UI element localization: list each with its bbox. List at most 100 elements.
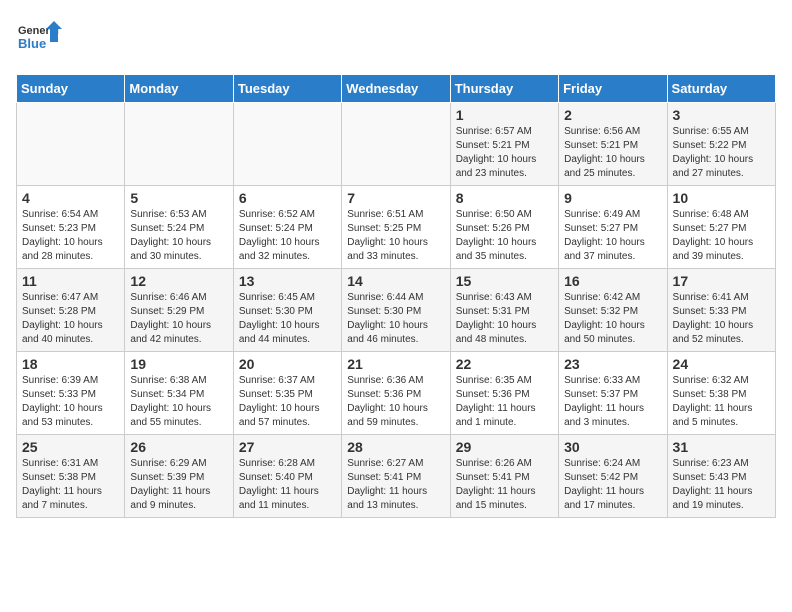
day-number: 6 [239, 190, 336, 206]
day-number: 7 [347, 190, 444, 206]
header-saturday: Saturday [667, 75, 775, 103]
header-thursday: Thursday [450, 75, 558, 103]
day-info: Sunrise: 6:52 AM Sunset: 5:24 PM Dayligh… [239, 208, 336, 264]
day-number: 2 [564, 107, 661, 123]
day-info: Sunrise: 6:29 AM Sunset: 5:39 PM Dayligh… [130, 457, 227, 513]
calendar-cell [342, 103, 450, 186]
day-number: 28 [347, 439, 444, 455]
calendar-cell: 17 Sunrise: 6:41 AM Sunset: 5:33 PM Dayli… [667, 269, 775, 352]
calendar-cell: 12 Sunrise: 6:46 AM Sunset: 5:29 PM Dayli… [125, 269, 233, 352]
day-info: Sunrise: 6:50 AM Sunset: 5:26 PM Dayligh… [456, 208, 553, 264]
day-number: 16 [564, 273, 661, 289]
header: General Blue [16, 16, 776, 66]
day-info: Sunrise: 6:49 AM Sunset: 5:27 PM Dayligh… [564, 208, 661, 264]
calendar-cell: 1 Sunrise: 6:57 AM Sunset: 5:21 PM Daylig… [450, 103, 558, 186]
week-row-1: 1 Sunrise: 6:57 AM Sunset: 5:21 PM Daylig… [17, 103, 776, 186]
day-number: 3 [673, 107, 770, 123]
calendar-cell: 26Sunrise: 6:29 AM Sunset: 5:39 PM Dayli… [125, 435, 233, 518]
week-row-2: 4 Sunrise: 6:54 AM Sunset: 5:23 PM Daylig… [17, 186, 776, 269]
calendar-cell: 9 Sunrise: 6:49 AM Sunset: 5:27 PM Daylig… [559, 186, 667, 269]
calendar-cell: 28 Sunrise: 6:27 AM Sunset: 5:41 PM Dayli… [342, 435, 450, 518]
logo: General Blue [16, 16, 66, 66]
day-info: Sunrise: 6:28 AM Sunset: 5:40 PM Dayligh… [239, 457, 336, 513]
day-number: 31 [673, 439, 770, 455]
header-friday: Friday [559, 75, 667, 103]
calendar-cell: 7 Sunrise: 6:51 AM Sunset: 5:25 PM Daylig… [342, 186, 450, 269]
calendar-cell: 21 Sunrise: 6:36 AM Sunset: 5:36 PM Dayli… [342, 352, 450, 435]
day-info: Sunrise: 6:31 AM Sunset: 5:38 PM Dayligh… [22, 457, 119, 513]
svg-text:Blue: Blue [18, 36, 46, 51]
day-number: 27 [239, 439, 336, 455]
day-number: 20 [239, 356, 336, 372]
calendar-cell: 4 Sunrise: 6:54 AM Sunset: 5:23 PM Daylig… [17, 186, 125, 269]
day-info: Sunrise: 6:51 AM Sunset: 5:25 PM Dayligh… [347, 208, 444, 264]
day-info: Sunrise: 6:32 AM Sunset: 5:38 PM Dayligh… [673, 374, 770, 430]
calendar-cell: 20Sunrise: 6:37 AM Sunset: 5:35 PM Dayli… [233, 352, 341, 435]
day-number: 5 [130, 190, 227, 206]
header-wednesday: Wednesday [342, 75, 450, 103]
day-number: 1 [456, 107, 553, 123]
day-number: 18 [22, 356, 119, 372]
calendar-cell: 31 Sunrise: 6:23 AM Sunset: 5:43 PM Dayli… [667, 435, 775, 518]
calendar-cell: 6 Sunrise: 6:52 AM Sunset: 5:24 PM Daylig… [233, 186, 341, 269]
day-number: 29 [456, 439, 553, 455]
day-number: 21 [347, 356, 444, 372]
day-info: Sunrise: 6:36 AM Sunset: 5:36 PM Dayligh… [347, 374, 444, 430]
calendar-header-row: SundayMondayTuesdayWednesdayThursdayFrid… [17, 75, 776, 103]
day-info: Sunrise: 6:24 AM Sunset: 5:42 PM Dayligh… [564, 457, 661, 513]
day-info: Sunrise: 6:47 AM Sunset: 5:28 PM Dayligh… [22, 291, 119, 347]
calendar-cell: 19 Sunrise: 6:38 AM Sunset: 5:34 PM Dayli… [125, 352, 233, 435]
calendar-cell: 16 Sunrise: 6:42 AM Sunset: 5:32 PM Dayli… [559, 269, 667, 352]
calendar-table: SundayMondayTuesdayWednesdayThursdayFrid… [16, 74, 776, 518]
day-info: Sunrise: 6:54 AM Sunset: 5:23 PM Dayligh… [22, 208, 119, 264]
day-info: Sunrise: 6:42 AM Sunset: 5:32 PM Dayligh… [564, 291, 661, 347]
calendar-cell: 24 Sunrise: 6:32 AM Sunset: 5:38 PM Dayli… [667, 352, 775, 435]
calendar-cell [17, 103, 125, 186]
day-info: Sunrise: 6:56 AM Sunset: 5:21 PM Dayligh… [564, 125, 661, 181]
day-info: Sunrise: 6:27 AM Sunset: 5:41 PM Dayligh… [347, 457, 444, 513]
calendar-cell: 23Sunrise: 6:33 AM Sunset: 5:37 PM Dayli… [559, 352, 667, 435]
day-number: 9 [564, 190, 661, 206]
day-info: Sunrise: 6:57 AM Sunset: 5:21 PM Dayligh… [456, 125, 553, 181]
day-info: Sunrise: 6:26 AM Sunset: 5:41 PM Dayligh… [456, 457, 553, 513]
day-number: 14 [347, 273, 444, 289]
calendar-cell: 13Sunrise: 6:45 AM Sunset: 5:30 PM Dayli… [233, 269, 341, 352]
day-number: 19 [130, 356, 227, 372]
calendar-cell: 30 Sunrise: 6:24 AM Sunset: 5:42 PM Dayli… [559, 435, 667, 518]
day-info: Sunrise: 6:55 AM Sunset: 5:22 PM Dayligh… [673, 125, 770, 181]
week-row-5: 25 Sunrise: 6:31 AM Sunset: 5:38 PM Dayli… [17, 435, 776, 518]
calendar-cell [233, 103, 341, 186]
day-number: 11 [22, 273, 119, 289]
day-number: 4 [22, 190, 119, 206]
day-number: 17 [673, 273, 770, 289]
day-number: 15 [456, 273, 553, 289]
calendar-cell: 5 Sunrise: 6:53 AM Sunset: 5:24 PM Daylig… [125, 186, 233, 269]
logo-svg: General Blue [16, 16, 66, 66]
day-info: Sunrise: 6:44 AM Sunset: 5:30 PM Dayligh… [347, 291, 444, 347]
header-tuesday: Tuesday [233, 75, 341, 103]
calendar-cell: 11 Sunrise: 6:47 AM Sunset: 5:28 PM Dayli… [17, 269, 125, 352]
week-row-4: 18Sunrise: 6:39 AM Sunset: 5:33 PM Dayli… [17, 352, 776, 435]
day-number: 12 [130, 273, 227, 289]
calendar-cell: 18Sunrise: 6:39 AM Sunset: 5:33 PM Dayli… [17, 352, 125, 435]
day-info: Sunrise: 6:46 AM Sunset: 5:29 PM Dayligh… [130, 291, 227, 347]
day-info: Sunrise: 6:48 AM Sunset: 5:27 PM Dayligh… [673, 208, 770, 264]
calendar-cell: 27 Sunrise: 6:28 AM Sunset: 5:40 PM Dayli… [233, 435, 341, 518]
day-number: 23 [564, 356, 661, 372]
day-number: 24 [673, 356, 770, 372]
calendar-cell: 22Sunrise: 6:35 AM Sunset: 5:36 PM Dayli… [450, 352, 558, 435]
day-info: Sunrise: 6:41 AM Sunset: 5:33 PM Dayligh… [673, 291, 770, 347]
calendar-cell: 15 Sunrise: 6:43 AM Sunset: 5:31 PM Dayli… [450, 269, 558, 352]
calendar-cell: 14 Sunrise: 6:44 AM Sunset: 5:30 PM Dayli… [342, 269, 450, 352]
day-number: 10 [673, 190, 770, 206]
day-info: Sunrise: 6:53 AM Sunset: 5:24 PM Dayligh… [130, 208, 227, 264]
header-sunday: Sunday [17, 75, 125, 103]
day-info: Sunrise: 6:43 AM Sunset: 5:31 PM Dayligh… [456, 291, 553, 347]
day-info: Sunrise: 6:23 AM Sunset: 5:43 PM Dayligh… [673, 457, 770, 513]
calendar-cell: 2 Sunrise: 6:56 AM Sunset: 5:21 PM Daylig… [559, 103, 667, 186]
day-number: 30 [564, 439, 661, 455]
header-monday: Monday [125, 75, 233, 103]
day-info: Sunrise: 6:38 AM Sunset: 5:34 PM Dayligh… [130, 374, 227, 430]
calendar-cell: 29 Sunrise: 6:26 AM Sunset: 5:41 PM Dayli… [450, 435, 558, 518]
day-number: 25 [22, 439, 119, 455]
